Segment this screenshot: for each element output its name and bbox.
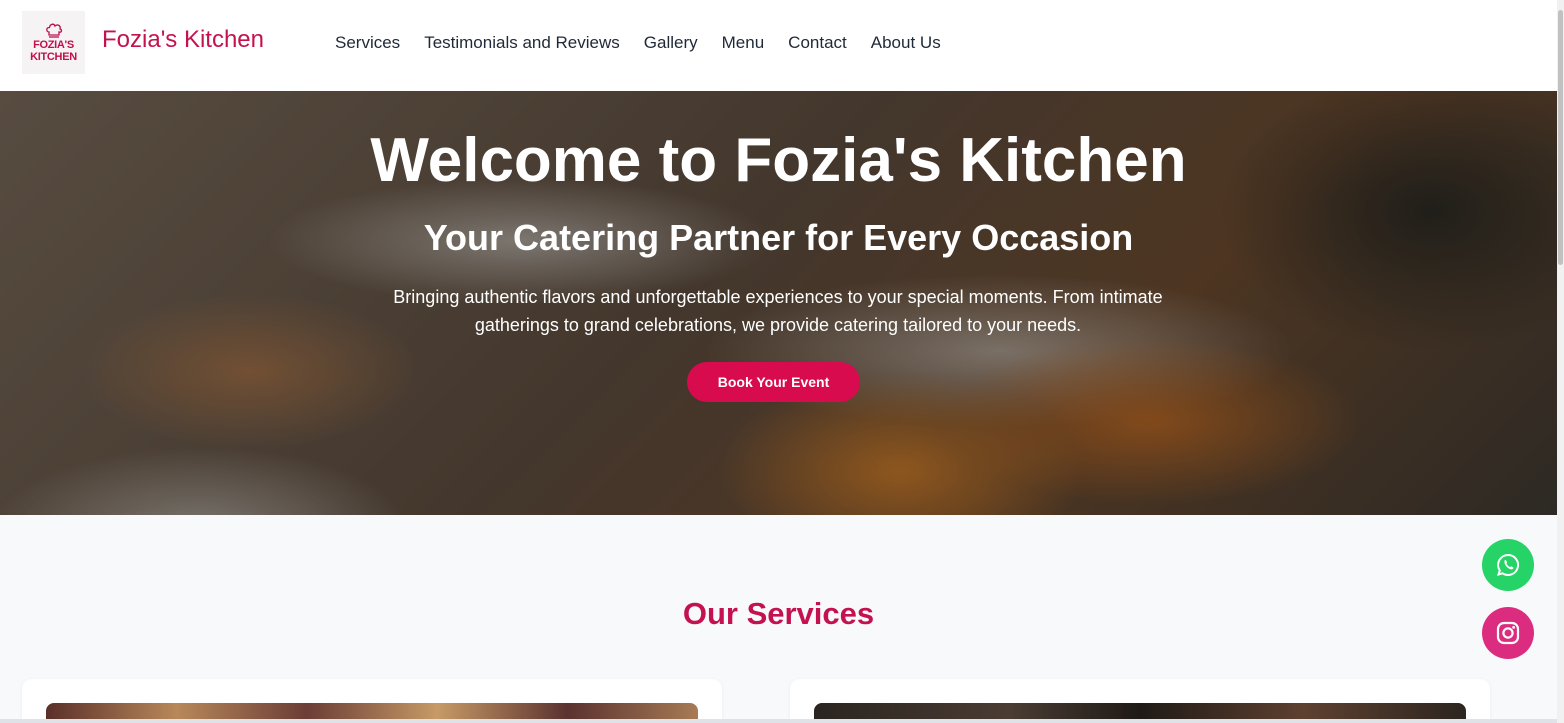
service-card[interactable] xyxy=(22,679,722,723)
scrollbar-thumb[interactable] xyxy=(1558,10,1563,265)
nav-testimonials[interactable]: Testimonials and Reviews xyxy=(424,33,620,53)
nav-contact[interactable]: Contact xyxy=(788,33,847,53)
logo[interactable]: FOZIA'S KITCHEN xyxy=(22,11,85,74)
instagram-button[interactable] xyxy=(1482,607,1534,659)
brand-name[interactable]: Fozia's Kitchen xyxy=(102,26,264,54)
hero-section: Welcome to Fozia's Kitchen Your Catering… xyxy=(0,91,1557,515)
bottom-divider xyxy=(0,719,1557,723)
chef-hat-icon xyxy=(45,23,62,38)
hero-description: Bringing authentic flavors and unforgett… xyxy=(393,287,1163,335)
nav-services[interactable]: Services xyxy=(335,33,400,53)
whatsapp-icon xyxy=(1496,553,1520,577)
hero-subtitle: Your Catering Partner for Every Occasion xyxy=(423,217,1134,258)
nav-menu[interactable]: Menu xyxy=(722,33,765,53)
whatsapp-button[interactable] xyxy=(1482,539,1534,591)
logo-text-line2: KITCHEN xyxy=(30,50,77,63)
nav-gallery[interactable]: Gallery xyxy=(644,33,698,53)
hero-title: Welcome to Fozia's Kitchen xyxy=(370,126,1187,195)
page-scrollbar[interactable] xyxy=(1557,0,1564,723)
main-nav: Services Testimonials and Reviews Galler… xyxy=(335,33,941,53)
logo-text-line1: FOZIA'S xyxy=(33,38,74,51)
book-event-button[interactable]: Book Your Event xyxy=(687,362,860,402)
service-card[interactable] xyxy=(790,679,1490,723)
site-header: FOZIA'S KITCHEN Fozia's Kitchen Services… xyxy=(0,0,1557,91)
services-title: Our Services xyxy=(682,596,875,631)
nav-about-us[interactable]: About Us xyxy=(871,33,941,53)
instagram-icon xyxy=(1496,621,1520,645)
